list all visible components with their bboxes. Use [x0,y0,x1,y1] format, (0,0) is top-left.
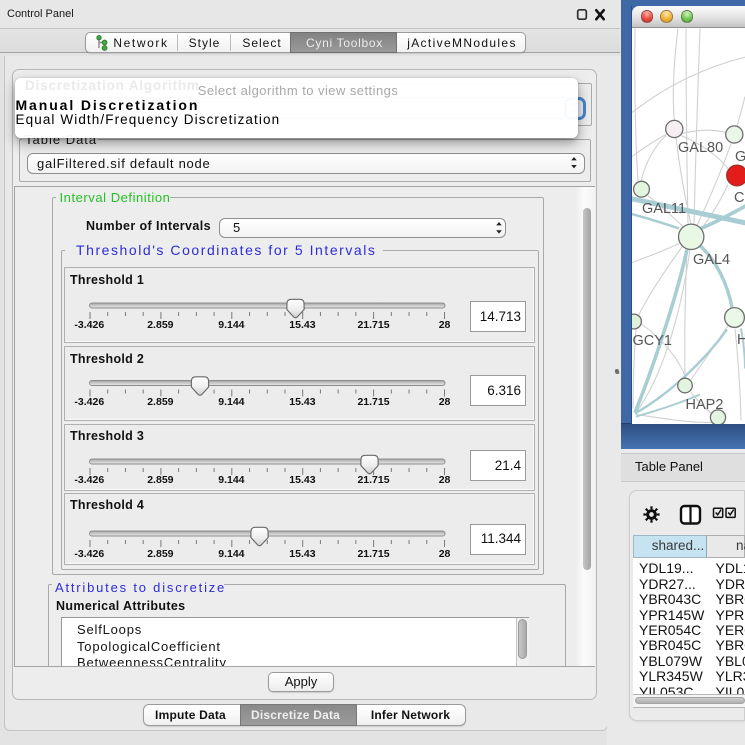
svg-text:GAL4: GAL4 [693,252,730,268]
svg-text:GAL80: GAL80 [678,140,723,156]
svg-text:HAP: HAP [737,332,745,348]
svg-text:CDC: CDC [734,190,745,206]
svg-text:GAL2: GAL2 [735,149,745,165]
svg-text:HAP2: HAP2 [686,397,724,413]
svg-text:GCY1: GCY1 [633,333,673,349]
svg-text:GAL11: GAL11 [642,201,686,217]
